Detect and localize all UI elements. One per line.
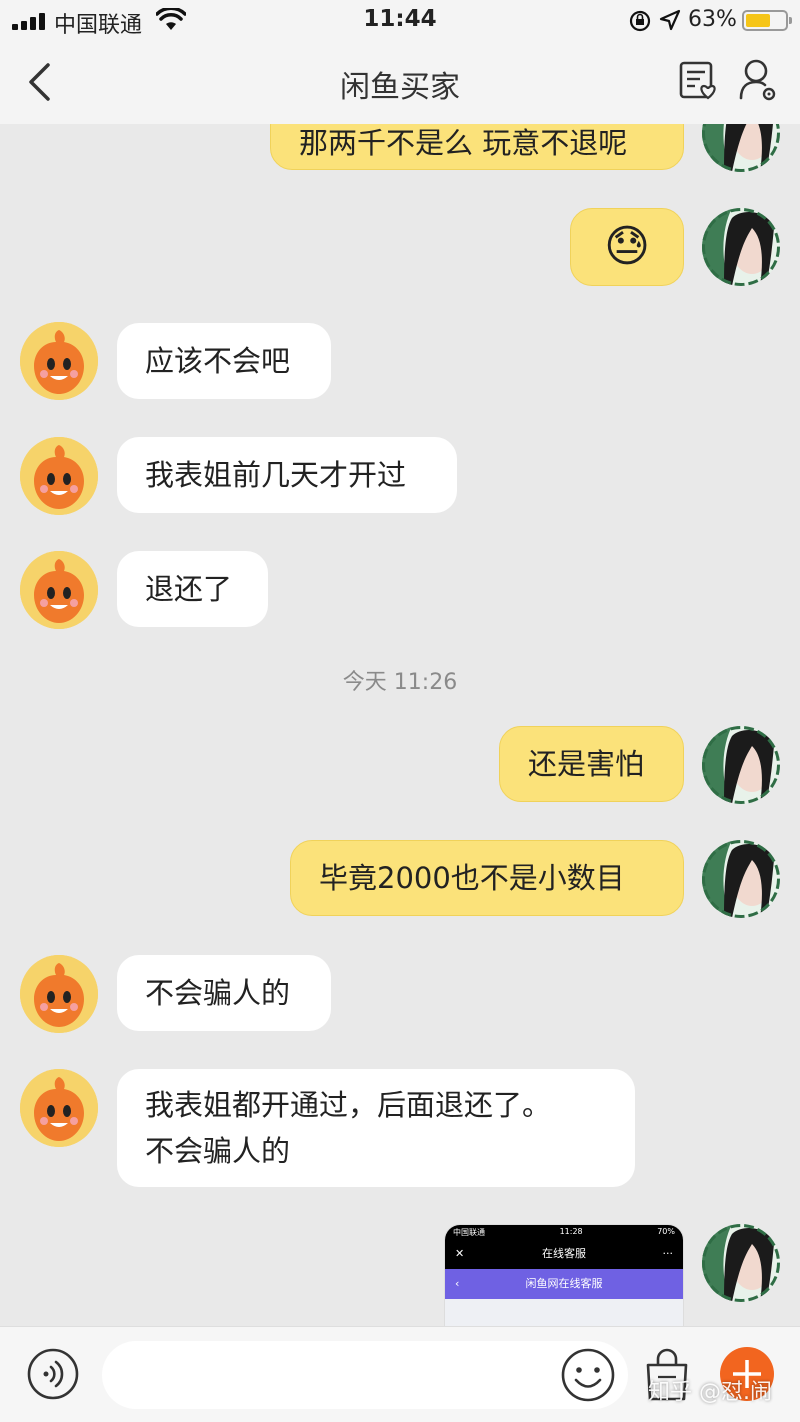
- chat-area[interactable]: 那两千不是么 玩意不退呢 😓 应该不会吧 我表姐前几天才开过 退还了 今天 11…: [0, 124, 800, 1326]
- avatar[interactable]: [702, 1224, 780, 1302]
- shot-carrier: 中国联通: [453, 1228, 485, 1237]
- avatar[interactable]: [702, 124, 780, 172]
- avatar[interactable]: [702, 208, 780, 286]
- note-heart-icon[interactable]: [678, 60, 718, 102]
- user-gear-icon[interactable]: [738, 58, 778, 102]
- message-text-line: 不会骗人的: [145, 1134, 291, 1168]
- message-text: 不会骗人的: [145, 976, 291, 1010]
- message-bubble[interactable]: 😓: [570, 208, 684, 286]
- shot-subheader: ‹ 闲鱼网在线客服: [445, 1269, 683, 1299]
- nav-bar: 闲鱼买家: [0, 40, 800, 124]
- shot-header: ✕ 在线客服 ···: [445, 1239, 683, 1269]
- message-bubble[interactable]: 我表姐前几天才开过: [117, 437, 457, 513]
- status-bar: 中国联通 11:44 63%: [0, 0, 800, 40]
- voice-icon[interactable]: [26, 1347, 80, 1401]
- battery-percent: 63%: [688, 7, 737, 32]
- message-bubble[interactable]: 我表姐都开通过，后面退还了。 不会骗人的: [117, 1069, 635, 1187]
- location-icon: [659, 9, 681, 31]
- more-icon: ···: [662, 1247, 674, 1260]
- message-text: 退还了: [145, 572, 233, 606]
- message-text: 😓: [604, 221, 650, 272]
- avatar[interactable]: [20, 955, 98, 1033]
- shot-header-title: 在线客服: [542, 1247, 586, 1260]
- message-bubble[interactable]: 退还了: [117, 551, 268, 627]
- avatar[interactable]: [20, 322, 98, 400]
- avatar[interactable]: [702, 840, 780, 918]
- avatar[interactable]: [702, 726, 780, 804]
- shot-time: 11:28: [559, 1227, 583, 1236]
- close-icon: ✕: [455, 1247, 465, 1260]
- rotation-lock-icon: [629, 10, 651, 32]
- shot-status-bar: 中国联通 11:28 70%: [445, 1225, 683, 1239]
- avatar[interactable]: [20, 1069, 98, 1147]
- message-text: 那两千不是么 玩意不退呢: [299, 126, 628, 160]
- message-bubble[interactable]: 毕竟2000也不是小数目: [290, 840, 684, 916]
- image-message[interactable]: 中国联通 11:28 70% ✕ 在线客服 ··· ‹ 闲鱼网在线客服: [444, 1224, 684, 1326]
- message-input[interactable]: [102, 1341, 628, 1409]
- battery-level: [746, 14, 770, 27]
- message-text-line: 我表姐都开通过，后面退还了。: [145, 1088, 552, 1122]
- emoji-icon[interactable]: [560, 1347, 616, 1403]
- watermark: 知乎 @怼.闹: [648, 1380, 772, 1405]
- message-bubble[interactable]: 还是害怕: [499, 726, 684, 802]
- message-text: 毕竟2000也不是小数目: [319, 861, 625, 895]
- shot-battery: 70%: [657, 1227, 675, 1236]
- shot-subheader-title: 闲鱼网在线客服: [525, 1277, 603, 1290]
- message-bubble[interactable]: 不会骗人的: [117, 955, 331, 1031]
- message-text: 我表姐前几天才开过: [145, 458, 407, 492]
- avatar[interactable]: [20, 551, 98, 629]
- message-text: 还是害怕: [528, 747, 645, 781]
- message-text: 应该不会吧: [145, 344, 291, 378]
- battery-icon: [742, 10, 792, 31]
- message-bubble[interactable]: 应该不会吧: [117, 323, 331, 399]
- avatar[interactable]: [20, 437, 98, 515]
- message-timestamp: 今天 11:26: [342, 670, 458, 695]
- chevron-left-icon: ‹: [455, 1277, 460, 1290]
- shot-body: [445, 1299, 683, 1326]
- message-bubble[interactable]: 那两千不是么 玩意不退呢: [270, 124, 684, 170]
